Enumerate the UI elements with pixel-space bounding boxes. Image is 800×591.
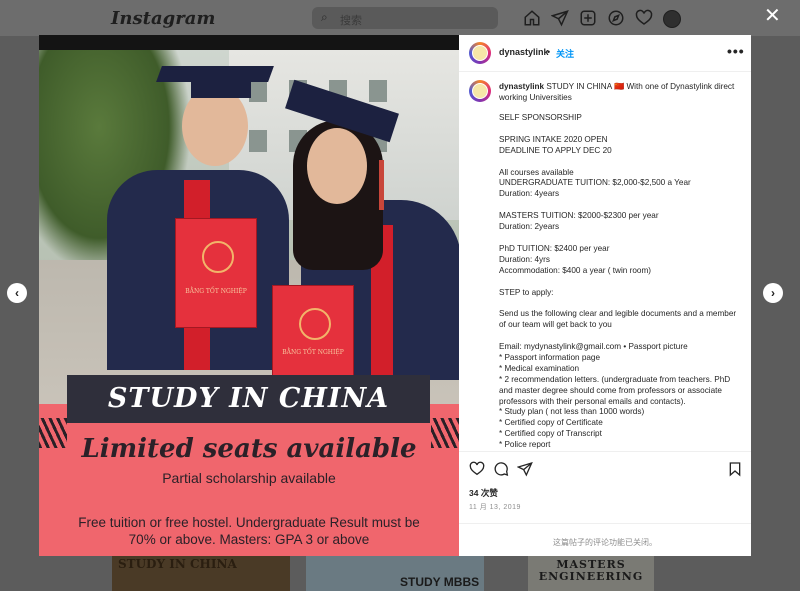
heart-icon[interactable] (635, 9, 653, 27)
title-banner: STUDY IN CHINA (67, 375, 430, 423)
promo-banner: Limited seats available Partial scholars… (39, 404, 459, 556)
user-avatar[interactable] (469, 42, 491, 64)
user-avatar[interactable] (469, 80, 491, 102)
caption-header: dynastylink STUDY IN CHINA 🇨🇳 With one o… (499, 82, 743, 104)
banner-title: STUDY IN CHINA (107, 383, 390, 414)
details-text: Free tuition or free hostel. Undergradua… (78, 515, 420, 547)
graduate-face (182, 86, 248, 166)
explore-icon[interactable] (607, 9, 625, 27)
comments-disabled-text: 这篇帖子的评论功能已关闭。 (553, 538, 657, 547)
emblem-icon (299, 308, 331, 340)
emblem-icon (202, 241, 234, 273)
new-post-icon[interactable] (579, 9, 597, 27)
likes-count[interactable]: 34 次赞 (469, 487, 498, 499)
previous-post-button[interactable]: ‹ (7, 283, 27, 303)
action-bar (459, 451, 751, 480)
background-post-tile[interactable]: STUDY MBBS (306, 555, 484, 591)
search-input[interactable]: ⌕ 搜索 (312, 7, 498, 29)
post-header: dynastylink • 关注 ••• (459, 35, 751, 72)
caption-text: SELF SPONSORSHIP SPRING INTAKE 2020 OPEN… (499, 113, 737, 450)
share-icon[interactable] (516, 461, 533, 477)
search-icon: ⌕ (321, 10, 328, 24)
instagram-logo[interactable]: Instagram (111, 8, 215, 29)
direct-icon[interactable] (550, 9, 569, 27)
background-post-tile[interactable]: MASTERS ENGINEERING (528, 555, 654, 591)
cap-tassel (379, 160, 384, 210)
follow-button[interactable]: 关注 (556, 47, 574, 60)
caption-username[interactable]: dynastylink (499, 82, 544, 91)
more-options-icon[interactable]: ••• (727, 43, 745, 59)
mortarboard-cap (191, 78, 251, 98)
separator-dot: • (547, 47, 551, 57)
post-date[interactable]: 11 月 13, 2019 (469, 502, 521, 512)
subline: Partial scholarship available (162, 470, 336, 486)
comments-disabled-notice: 这篇帖子的评论功能已关闭。 (459, 523, 751, 557)
diploma-folder: BẰNG TỐT NGHIỆP (175, 218, 257, 328)
bookmark-icon[interactable] (727, 461, 743, 477)
background-post-tile[interactable]: STUDY IN CHINA (112, 555, 290, 591)
search-placeholder: 搜索 (340, 15, 362, 27)
next-post-button[interactable]: › (763, 283, 783, 303)
home-icon[interactable] (523, 9, 541, 27)
username-link[interactable]: dynastylink (499, 47, 549, 57)
diploma-folder: BẰNG TỐT NGHIỆP (272, 285, 354, 389)
post-panel: dynastylink • 关注 ••• dynastylink STUDY I… (459, 35, 751, 556)
like-heart-icon[interactable] (469, 461, 485, 477)
chevron-down-icon[interactable]: ⌄ (178, 10, 186, 21)
instagram-topbar: Instagram ⌄ ⌕ 搜索 (0, 0, 800, 36)
close-icon[interactable]: ✕ (764, 6, 781, 26)
headline: Limited seats available (81, 434, 417, 464)
caption-scroll-area[interactable]: dynastylink STUDY IN CHINA 🇨🇳 With one o… (459, 72, 751, 450)
graduation-photo: BẰNG TỐT NGHIỆP BẰNG TỐT NGHIỆP Limited … (39, 50, 459, 556)
comment-icon[interactable] (493, 461, 509, 477)
post-media[interactable]: BẰNG TỐT NGHIỆP BẰNG TỐT NGHIỆP Limited … (39, 35, 459, 556)
graduate-face (307, 128, 367, 204)
profile-avatar[interactable] (663, 10, 681, 28)
